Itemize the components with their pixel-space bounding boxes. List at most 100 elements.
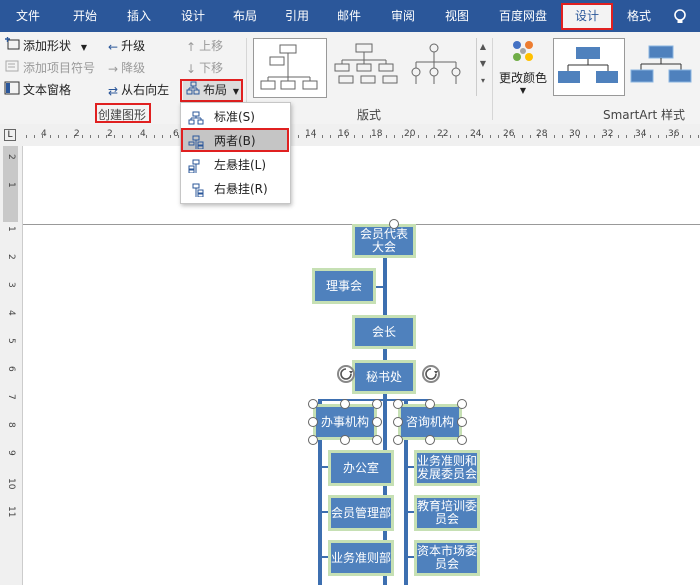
tab-4[interactable]: 布局 [222, 0, 268, 32]
ruler-tick [66, 135, 67, 138]
ruler-number: 4 [41, 129, 47, 139]
tab-6[interactable]: 邮件 [326, 0, 372, 32]
selection-handle[interactable] [340, 399, 350, 409]
org-node-consult-1[interactable]: 教育培训委员会 [414, 495, 480, 531]
ruler-tick [666, 135, 667, 138]
layout-menu-item-0[interactable]: 标准(S) [182, 106, 289, 128]
promote-button[interactable]: ← 升级 [108, 36, 145, 56]
org-node-board[interactable]: 理事会 [312, 268, 376, 304]
rotate-handle-icon[interactable] [336, 364, 356, 384]
ruler-tick [298, 135, 299, 138]
change-colors-button[interactable]: 更改颜色 ▼ [496, 36, 550, 98]
highlight-design-tab [561, 3, 613, 30]
selection-handle[interactable] [457, 399, 467, 409]
selection-handle[interactable] [393, 399, 403, 409]
add-shape-button[interactable]: 添加形状 ▼ [4, 36, 87, 56]
selection-handle[interactable] [389, 219, 399, 229]
ruler-tick [434, 135, 435, 138]
selection-handle[interactable] [457, 435, 467, 445]
ruler-number: 26 [503, 129, 515, 139]
tab-9[interactable]: 百度网盘 [490, 0, 556, 32]
ruler-number: 18 [371, 129, 383, 139]
selection-handle[interactable] [372, 417, 382, 427]
ruler-tick [418, 135, 419, 138]
tab-5[interactable]: 引用 [274, 0, 320, 32]
selection-handle[interactable] [425, 435, 435, 445]
layout-menu-label: 标准(S) [214, 110, 255, 124]
ruler-tick [154, 135, 155, 138]
style-thumb-2[interactable] [627, 38, 695, 94]
scroll-down-icon[interactable]: ▼ [477, 59, 489, 68]
tab-selector-icon[interactable]: L [4, 129, 16, 141]
demote-button[interactable]: → 降级 [108, 58, 145, 78]
vruler-number: 1 [6, 226, 16, 232]
ruler-tick [82, 135, 83, 138]
org-node-consult-0[interactable]: 业务准则和发展委员会 [414, 450, 480, 486]
layout-thumb-3[interactable] [404, 38, 476, 96]
vertical-ruler[interactable]: 2 1 1 2 3 4 5 6 7 8 9 10 11 [0, 146, 23, 585]
org-node-secretariat[interactable]: 秘书处 [352, 360, 416, 394]
org-node-president[interactable]: 会长 [352, 315, 416, 349]
add-bullet-button[interactable]: 添加项目符号 [4, 58, 95, 78]
ruler-tick [122, 135, 123, 138]
vruler-number: 10 [6, 478, 16, 490]
org-node-top[interactable]: 会员代表大会 [352, 224, 416, 258]
selection-handle[interactable] [372, 435, 382, 445]
org-node-office-0[interactable]: 办公室 [328, 450, 394, 486]
gallery-more-icon[interactable]: ▾ [477, 76, 489, 85]
selection-handle[interactable] [393, 435, 403, 445]
ruler-number: 36 [668, 129, 680, 139]
rotate-handle-icon[interactable] [421, 364, 441, 384]
tab-0[interactable]: 文件 [6, 0, 50, 32]
tell-me-lightbulb-icon[interactable] [672, 8, 692, 26]
tab-7[interactable]: 审阅 [380, 0, 426, 32]
org-node-consult-2[interactable]: 资本市场委员会 [414, 540, 480, 576]
ruler-tick [618, 135, 619, 138]
vruler-number: 4 [6, 310, 16, 316]
ruler-number: 22 [437, 129, 449, 139]
selection-handle[interactable] [308, 399, 318, 409]
org-node-office-2[interactable]: 业务准则部 [328, 540, 394, 576]
tab-8[interactable]: 视图 [434, 0, 480, 32]
ruler-number: 20 [404, 129, 416, 139]
layout-thumb-2[interactable] [330, 38, 402, 96]
layout-thumb-1[interactable] [253, 38, 327, 98]
move-up-button[interactable]: ↑ 上移 [186, 36, 223, 56]
layout-menu-item-3[interactable]: 右悬挂(R) [182, 178, 289, 200]
selection-handle[interactable] [340, 435, 350, 445]
tab-2[interactable]: 插入 [116, 0, 162, 32]
selection-handle[interactable] [393, 417, 403, 427]
highlight-layout-button [180, 79, 243, 102]
tab-11[interactable]: 格式 [616, 0, 662, 32]
ruler-number: 30 [569, 129, 581, 139]
promote-arrow-icon: ← [108, 39, 119, 54]
ruler-number: 16 [338, 129, 350, 139]
selection-handle[interactable] [372, 399, 382, 409]
layout-gallery-scroll[interactable]: ▲ ▼ ▾ [476, 38, 489, 96]
selection-handle[interactable] [457, 417, 467, 427]
ruler-number: 34 [635, 129, 647, 139]
right-to-left-label: 从右向左 [121, 83, 170, 97]
ruler-tick [586, 135, 587, 138]
group-label-layouts: 版式 [357, 108, 382, 122]
selection-handle[interactable] [308, 435, 318, 445]
tab-1[interactable]: 开始 [62, 0, 108, 32]
org-node-office-1[interactable]: 会员管理部 [328, 495, 394, 531]
ruler-tick [98, 135, 99, 138]
style-thumb-1[interactable] [553, 38, 625, 96]
selection-handle[interactable] [308, 417, 318, 427]
right-to-left-button[interactable]: ⇄ 从右向左 [108, 80, 169, 100]
scroll-up-icon[interactable]: ▲ [477, 42, 489, 51]
selection-handle[interactable] [425, 399, 435, 409]
layout-menu-item-2[interactable]: 左悬挂(L) [182, 154, 289, 176]
demote-arrow-icon: → [108, 61, 119, 76]
text-pane-button[interactable]: 文本窗格 [4, 80, 71, 100]
ruler-tick [482, 135, 483, 138]
ruler-number: 14 [305, 129, 317, 139]
horizontal-ruler[interactable]: L 422468101214161820222426283032343638 [0, 124, 700, 147]
move-down-button[interactable]: ↓ 下移 [186, 58, 223, 78]
ruler-tick [354, 135, 355, 138]
ruler-tick [450, 135, 451, 138]
tab-3[interactable]: 设计 [170, 0, 216, 32]
ruler-tick [626, 135, 627, 138]
